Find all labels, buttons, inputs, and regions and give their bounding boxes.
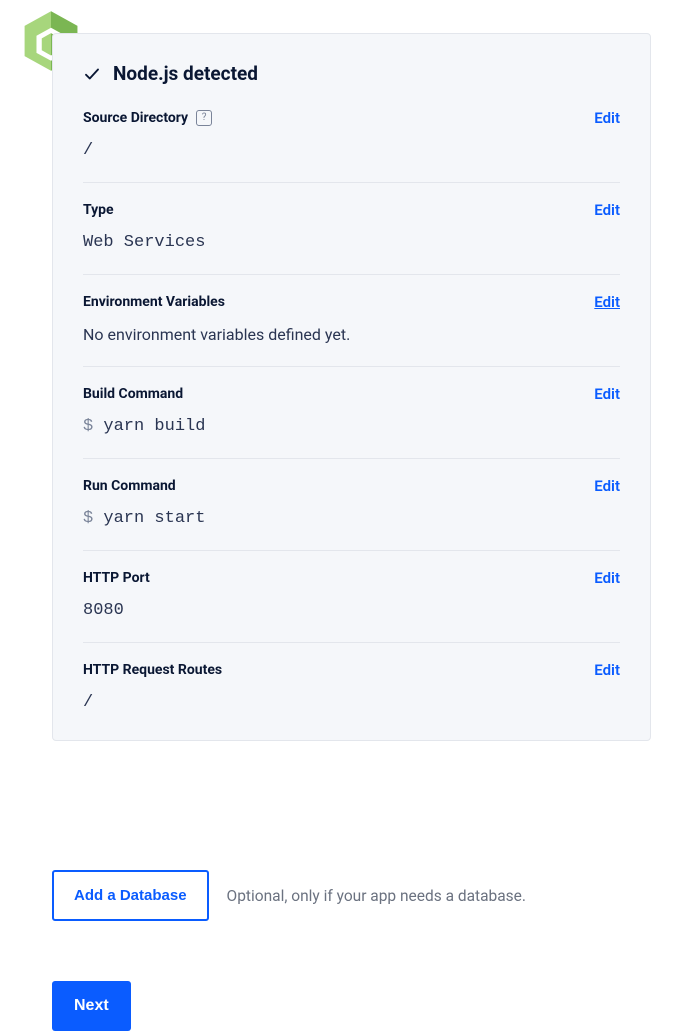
- section-build-command: Build Command Edit $ yarn build: [83, 367, 620, 459]
- section-http-port: HTTP Port Edit 8080: [83, 551, 620, 643]
- value-run-command: $ yarn start: [83, 509, 620, 528]
- edit-source-directory[interactable]: Edit: [594, 109, 620, 127]
- detection-title: Node.js detected: [113, 62, 258, 85]
- configuration-card: Node.js detected Source Directory ? Edit…: [52, 33, 651, 741]
- value-http-routes: /: [83, 693, 620, 712]
- help-icon[interactable]: ?: [196, 110, 212, 126]
- label-http-routes: HTTP Request Routes: [83, 662, 222, 678]
- build-command-text: yarn build: [103, 417, 205, 436]
- footer-area: Add a Database Optional, only if your ap…: [52, 870, 652, 1031]
- detection-row: Node.js detected: [83, 62, 620, 85]
- check-icon: [83, 65, 101, 83]
- add-database-button[interactable]: Add a Database: [52, 870, 209, 921]
- label-type: Type: [83, 202, 114, 218]
- edit-build-command[interactable]: Edit: [594, 385, 620, 403]
- value-build-command: $ yarn build: [83, 417, 620, 436]
- label-env-vars: Environment Variables: [83, 294, 225, 310]
- add-database-row: Add a Database Optional, only if your ap…: [52, 870, 652, 921]
- edit-http-port[interactable]: Edit: [594, 569, 620, 587]
- edit-http-routes[interactable]: Edit: [594, 661, 620, 679]
- prompt-prefix: $: [83, 417, 103, 436]
- edit-type[interactable]: Edit: [594, 201, 620, 219]
- edit-env-vars[interactable]: Edit: [594, 293, 620, 311]
- value-type: Web Services: [83, 233, 620, 252]
- edit-run-command[interactable]: Edit: [594, 477, 620, 495]
- section-source-directory: Source Directory ? Edit /: [83, 107, 620, 183]
- add-database-hint: Optional, only if your app needs a datab…: [227, 887, 526, 905]
- value-env-vars: No environment variables defined yet.: [83, 325, 620, 344]
- label-build-command: Build Command: [83, 386, 183, 402]
- value-source-directory: /: [83, 141, 620, 160]
- section-type: Type Edit Web Services: [83, 183, 620, 275]
- label-source-directory: Source Directory: [83, 110, 188, 126]
- label-http-port: HTTP Port: [83, 570, 150, 586]
- value-http-port: 8080: [83, 601, 620, 620]
- section-env-vars: Environment Variables Edit No environmen…: [83, 275, 620, 367]
- prompt-prefix: $: [83, 509, 103, 528]
- label-run-command: Run Command: [83, 478, 176, 494]
- run-command-text: yarn start: [103, 509, 205, 528]
- section-http-routes: HTTP Request Routes Edit /: [83, 643, 620, 712]
- section-run-command: Run Command Edit $ yarn start: [83, 459, 620, 551]
